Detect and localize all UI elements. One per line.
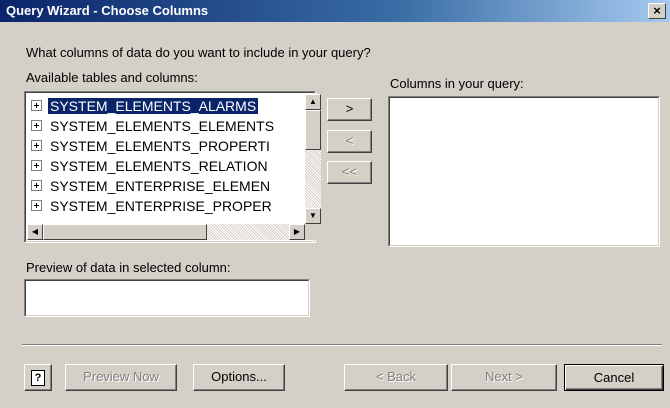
available-tree[interactable]: SYSTEM_ELEMENTS_ALARMS SYSTEM_ELEMENTS_E… (24, 91, 321, 243)
preview-field (24, 279, 310, 317)
expand-icon[interactable] (31, 140, 42, 152)
preview-label: Preview of data in selected column: (26, 260, 231, 275)
expand-icon[interactable] (31, 180, 42, 192)
query-columns-list[interactable] (388, 96, 660, 247)
tree-item-elements[interactable]: SYSTEM_ELEMENTS_ELEMENTS (31, 117, 276, 136)
tree-item-enterprise-elements[interactable]: SYSTEM_ENTERPRISE_ELEMEN (31, 177, 272, 196)
scroll-corner (305, 224, 321, 240)
remove-column-button[interactable]: < (327, 130, 372, 153)
cancel-button[interactable]: Cancel (564, 364, 664, 391)
prompt-text: What columns of data do you want to incl… (26, 45, 371, 60)
expand-icon[interactable] (31, 120, 42, 132)
scroll-right-icon[interactable]: ▶ (289, 224, 305, 240)
close-button[interactable]: × (648, 3, 666, 19)
scroll-left-icon[interactable]: ◀ (27, 224, 43, 240)
tree-item-alarms[interactable]: SYSTEM_ELEMENTS_ALARMS (31, 97, 260, 116)
back-button[interactable]: < Back (344, 364, 448, 391)
expand-icon[interactable] (31, 160, 42, 172)
tree-item-label: SYSTEM_ENTERPRISE_ELEMEN (50, 178, 271, 194)
available-label: Available tables and columns: (26, 70, 198, 85)
tree-item-label: SYSTEM_ELEMENTS_PROPERTI (50, 138, 270, 154)
preview-now-button[interactable]: Preview Now (65, 364, 177, 391)
expand-icon[interactable] (31, 100, 42, 112)
tree-viewport: SYSTEM_ELEMENTS_ALARMS SYSTEM_ELEMENTS_E… (27, 94, 305, 224)
add-column-button[interactable]: > (327, 98, 372, 121)
help-button[interactable]: ? (24, 364, 52, 391)
tree-item-label: SYSTEM_ELEMENTS_ELEMENTS (50, 118, 275, 134)
tree-item-relation[interactable]: SYSTEM_ELEMENTS_RELATION (31, 157, 270, 176)
scroll-up-icon[interactable]: ▲ (305, 94, 321, 110)
tree-item-label: SYSTEM_ENTERPRISE_PROPER (50, 198, 272, 214)
expand-icon[interactable] (31, 200, 42, 212)
remove-all-columns-button[interactable]: << (327, 161, 372, 184)
footer-separator-highlight (22, 345, 662, 346)
tree-vscroll-thumb[interactable] (305, 110, 321, 150)
next-button[interactable]: Next > (451, 364, 557, 391)
tree-item-enterprise-properties[interactable]: SYSTEM_ENTERPRISE_PROPER (31, 197, 274, 216)
window-title: Query Wizard - Choose Columns (6, 3, 209, 18)
options-button[interactable]: Options... (193, 364, 285, 391)
tree-item-label: SYSTEM_ELEMENTS_ALARMS (46, 97, 260, 115)
tree-item-properties[interactable]: SYSTEM_ELEMENTS_PROPERTI (31, 137, 272, 156)
tree-item-label: SYSTEM_ELEMENTS_RELATION (50, 158, 268, 174)
help-icon: ? (31, 370, 45, 386)
tree-hscroll-thumb[interactable] (43, 224, 207, 240)
scroll-down-icon[interactable]: ▼ (305, 208, 321, 224)
query-columns-label: Columns in your query: (390, 76, 524, 91)
